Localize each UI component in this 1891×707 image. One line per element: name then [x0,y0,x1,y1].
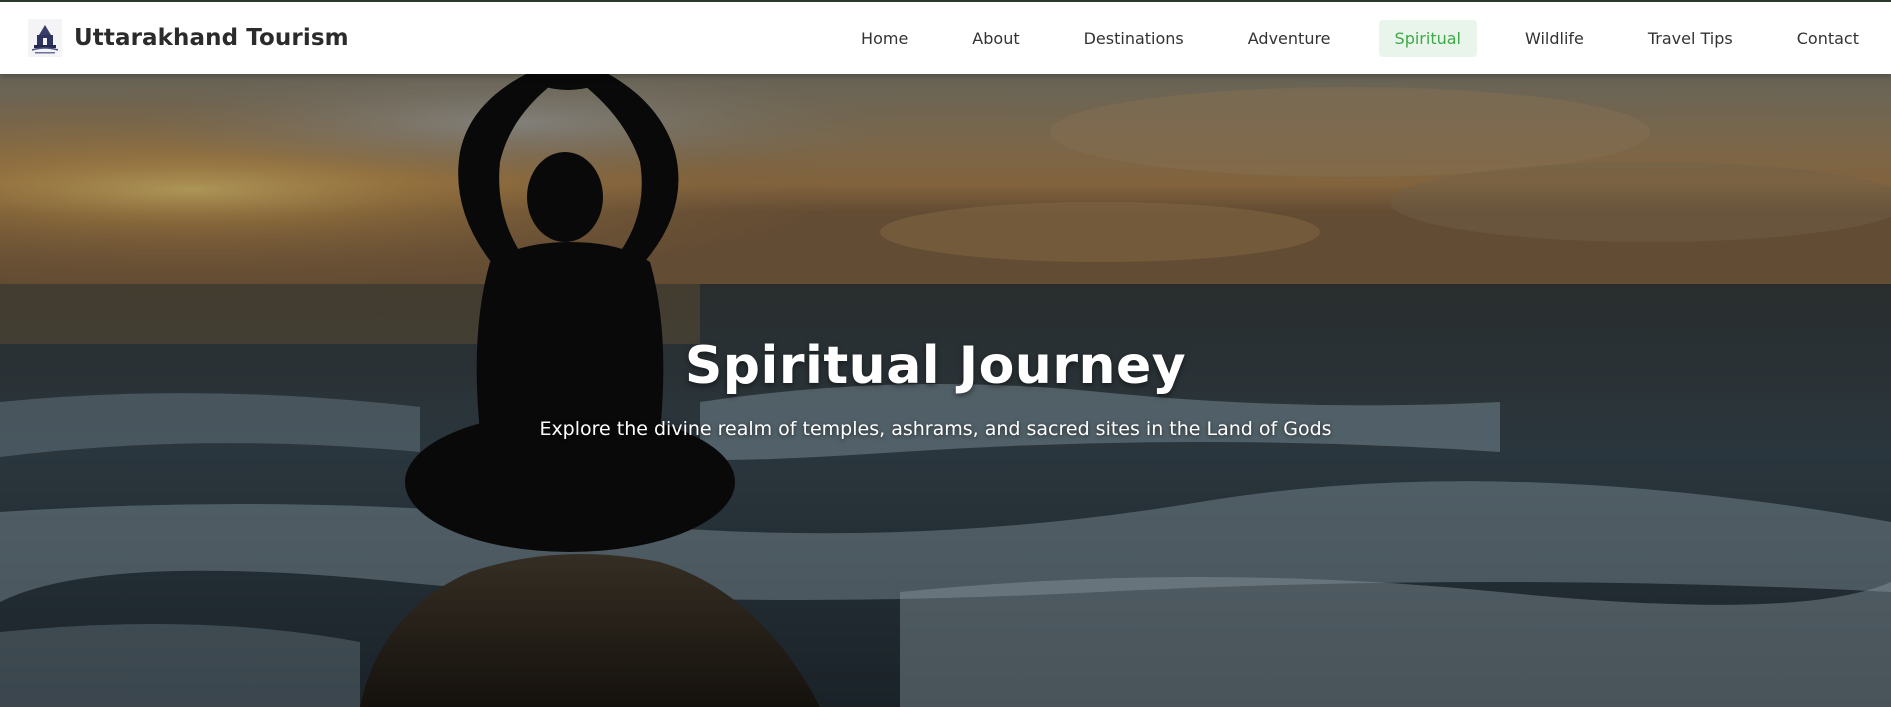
navbar: Uttarakhand Tourism Home About Destinati… [0,0,1891,74]
nav-item-home[interactable]: Home [845,20,924,57]
brand-name: Uttarakhand Tourism [74,25,349,51]
nav-item-spiritual[interactable]: Spiritual [1378,19,1477,57]
nav-item-adventure[interactable]: Adventure [1232,20,1347,57]
hero-title: Spiritual Journey [684,336,1187,396]
nav-item-wildlife[interactable]: Wildlife [1509,20,1600,57]
page: Uttarakhand Tourism Home About Destinati… [0,0,1891,707]
nav-item-destinations[interactable]: Destinations [1068,20,1200,57]
nav-item-about[interactable]: About [956,20,1035,57]
temple-logo-icon[interactable] [28,19,62,57]
hero-subtitle: Explore the divine realm of temples, ash… [539,418,1332,440]
nav-item-contact[interactable]: Contact [1781,20,1875,57]
nav-item-travel-tips[interactable]: Travel Tips [1632,20,1749,57]
hero-content: Spiritual Journey Explore the divine rea… [0,336,1881,440]
main-nav: Home About Destinations Adventure Spirit… [813,2,1875,74]
brand[interactable]: Uttarakhand Tourism [28,19,349,57]
hero-section: Spiritual Journey Explore the divine rea… [0,72,1891,707]
